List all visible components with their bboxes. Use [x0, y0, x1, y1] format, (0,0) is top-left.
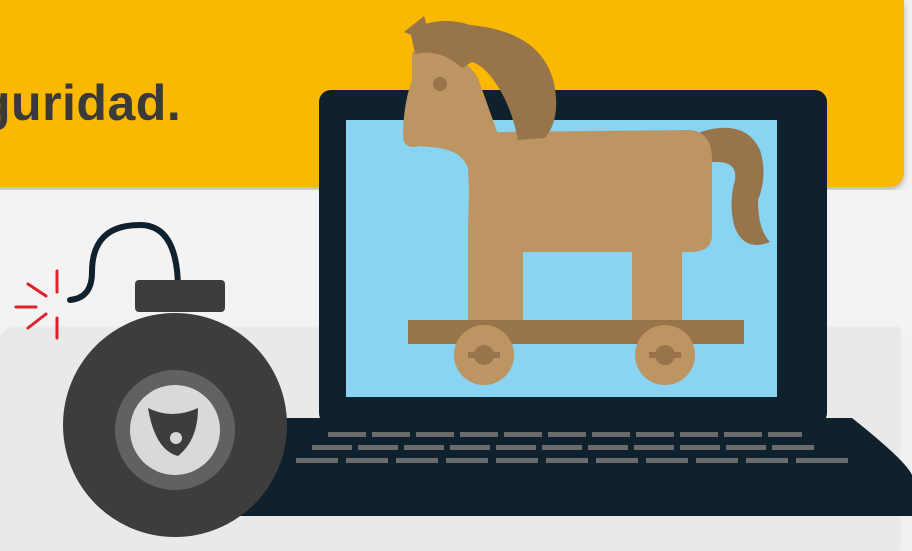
- bomb-icon: [63, 221, 287, 537]
- illustration-canvas: [14, 16, 912, 537]
- horse-body: [468, 130, 712, 252]
- horse-eye: [433, 77, 447, 91]
- spark-icon: [14, 269, 59, 340]
- horse-leg-front-inner: [505, 240, 523, 325]
- hero-illustration: guridad.: [0, 0, 912, 551]
- bomb-cap: [135, 280, 225, 312]
